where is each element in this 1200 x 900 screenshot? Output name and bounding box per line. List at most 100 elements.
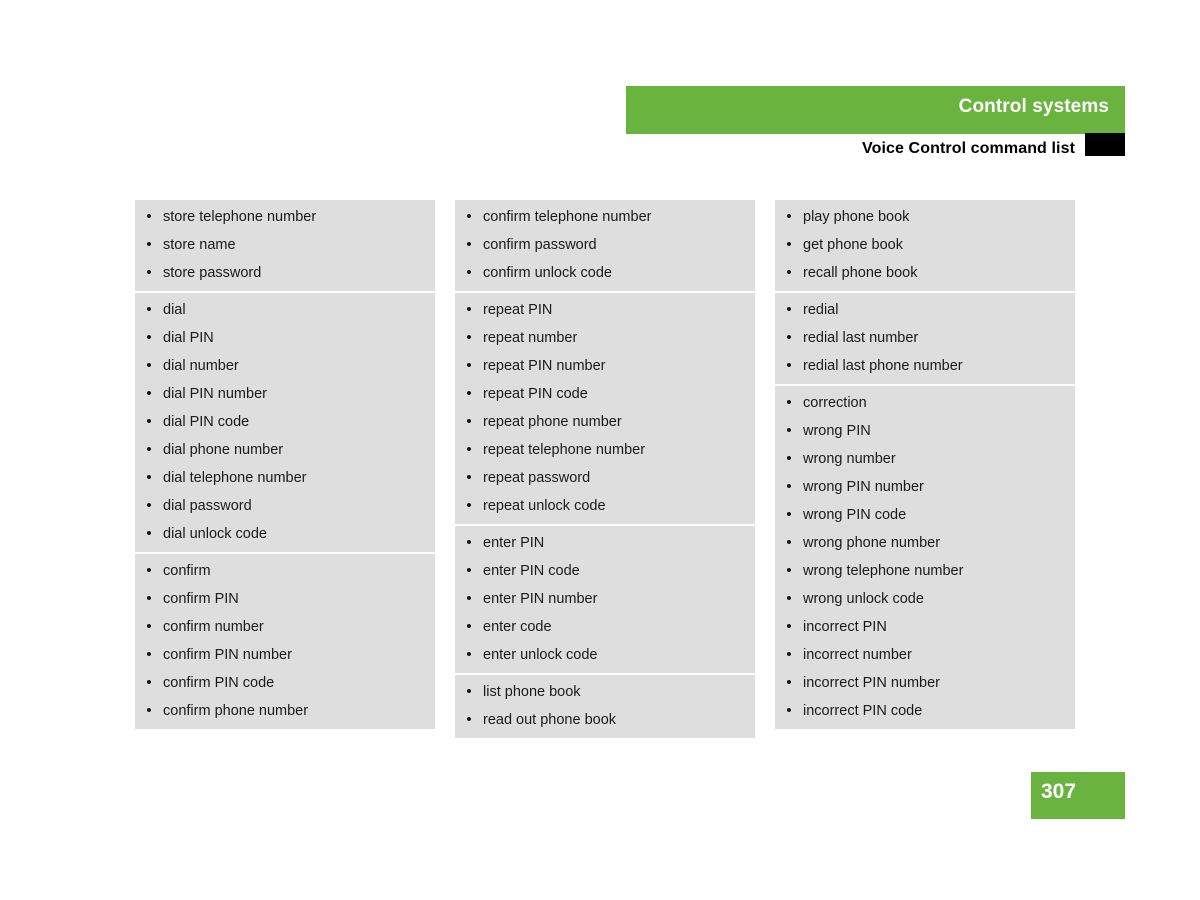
bullet-icon: •: [146, 301, 152, 318]
command-group: • list phone book • read out phone book: [455, 673, 755, 738]
command-group: • redial • redial last number • redial last p…: [775, 291, 1075, 384]
command-label: wrong phone number: [803, 535, 941, 551]
command-label: enter code: [483, 619, 552, 635]
command-list-item: • repeat PIN number: [455, 352, 755, 380]
command-list-item: • list phone book: [455, 678, 755, 706]
bullet-icon: •: [146, 329, 152, 346]
bullet-icon: •: [786, 301, 792, 318]
command-list-item: • incorrect PIN: [775, 613, 1075, 641]
command-list-item: • store telephone number: [135, 203, 435, 231]
command-label: wrong PIN number: [803, 479, 924, 495]
command-list-item: • confirm telephone number: [455, 203, 755, 231]
command-label: enter PIN code: [483, 563, 580, 579]
command-label: store telephone number: [163, 209, 317, 225]
command-list-item: • enter PIN: [455, 529, 755, 557]
command-list-item: • dial unlock code: [135, 520, 435, 548]
command-label: play phone book: [803, 209, 910, 225]
command-list-item: • wrong telephone number: [775, 557, 1075, 585]
command-list-item: • play phone book: [775, 203, 1075, 231]
bullet-icon: •: [146, 236, 152, 253]
command-label: incorrect PIN number: [803, 675, 940, 691]
command-label: dial PIN number: [163, 386, 267, 402]
command-label: repeat unlock code: [483, 498, 606, 514]
bullet-icon: •: [466, 646, 472, 663]
command-label: repeat number: [483, 330, 578, 346]
bullet-icon: •: [146, 674, 152, 691]
command-label: confirm unlock code: [483, 265, 612, 281]
bullet-icon: •: [466, 441, 472, 458]
bullet-icon: •: [466, 618, 472, 635]
command-label: confirm: [163, 563, 211, 579]
command-label: wrong PIN code: [803, 507, 907, 523]
command-list-item: • confirm number: [135, 613, 435, 641]
page-title: Control systems: [958, 96, 1109, 117]
bullet-icon: •: [786, 329, 792, 346]
command-label: dial phone number: [163, 442, 284, 458]
command-list-item: • dial PIN code: [135, 408, 435, 436]
command-list-item: • dial PIN number: [135, 380, 435, 408]
column-2: • confirm telephone number • confirm passwo…: [455, 200, 755, 738]
command-label: dial number: [163, 358, 239, 374]
command-list-item: • repeat PIN code: [455, 380, 755, 408]
bullet-icon: •: [786, 264, 792, 281]
command-list-item: • enter PIN code: [455, 557, 755, 585]
bullet-icon: •: [786, 646, 792, 663]
command-label: confirm password: [483, 237, 597, 253]
bullet-icon: •: [146, 413, 152, 430]
bullet-icon: •: [466, 301, 472, 318]
command-list-item: • enter code: [455, 613, 755, 641]
command-label: enter PIN number: [483, 591, 598, 607]
command-label: repeat PIN code: [483, 386, 588, 402]
bullet-icon: •: [466, 590, 472, 607]
command-list-item: • read out phone book: [455, 706, 755, 734]
bullet-icon: •: [146, 562, 152, 579]
command-list-item: • repeat unlock code: [455, 492, 755, 520]
bullet-icon: •: [466, 329, 472, 346]
command-label: repeat phone number: [483, 414, 622, 430]
bullet-icon: •: [146, 208, 152, 225]
command-list-item: • confirm unlock code: [455, 259, 755, 287]
bullet-icon: •: [146, 264, 152, 281]
command-label: correction: [803, 395, 867, 411]
command-label: confirm phone number: [163, 703, 309, 719]
command-label: dial PIN: [163, 330, 214, 346]
voice-command-list: • store telephone number • store name • store…: [135, 200, 1075, 738]
command-list-item: • confirm phone number: [135, 697, 435, 725]
bullet-icon: •: [146, 385, 152, 402]
bullet-icon: •: [146, 525, 152, 542]
command-label: repeat password: [483, 470, 591, 486]
command-label: incorrect PIN: [803, 619, 887, 635]
command-label: dial PIN code: [163, 414, 250, 430]
bullet-icon: •: [466, 413, 472, 430]
bullet-icon: •: [466, 385, 472, 402]
command-label: enter unlock code: [483, 647, 598, 663]
command-label: wrong number: [803, 451, 896, 467]
command-list-item: • dial password: [135, 492, 435, 520]
bullet-icon: •: [786, 450, 792, 467]
command-label: redial last number: [803, 330, 919, 346]
bullet-icon: •: [786, 236, 792, 253]
column-1: • store telephone number • store name • store…: [135, 200, 435, 729]
command-list-item: • wrong PIN: [775, 417, 1075, 445]
command-label: confirm PIN: [163, 591, 239, 607]
command-label: store name: [163, 237, 236, 253]
command-label: confirm telephone number: [483, 209, 652, 225]
command-label: incorrect number: [803, 647, 912, 663]
command-list-item: • wrong PIN number: [775, 473, 1075, 501]
bullet-icon: •: [786, 702, 792, 719]
bullet-icon: •: [146, 497, 152, 514]
command-list-item: • redial: [775, 296, 1075, 324]
bullet-icon: •: [786, 562, 792, 579]
command-list-item: • incorrect PIN number: [775, 669, 1075, 697]
command-group: • correction • wrong PIN • wrong number • wrong…: [775, 384, 1075, 729]
command-label: confirm number: [163, 619, 264, 635]
bullet-icon: •: [786, 506, 792, 523]
command-list-item: • wrong unlock code: [775, 585, 1075, 613]
command-list-item: • enter unlock code: [455, 641, 755, 669]
command-list-item: • recall phone book: [775, 259, 1075, 287]
bullet-icon: •: [466, 208, 472, 225]
command-label: repeat telephone number: [483, 442, 646, 458]
command-group: • enter PIN • enter PIN code • enter PIN numb…: [455, 524, 755, 673]
command-group: • confirm • confirm PIN • confirm number • conf…: [135, 552, 435, 729]
page-subtitle: Voice Control command list: [862, 140, 1075, 157]
